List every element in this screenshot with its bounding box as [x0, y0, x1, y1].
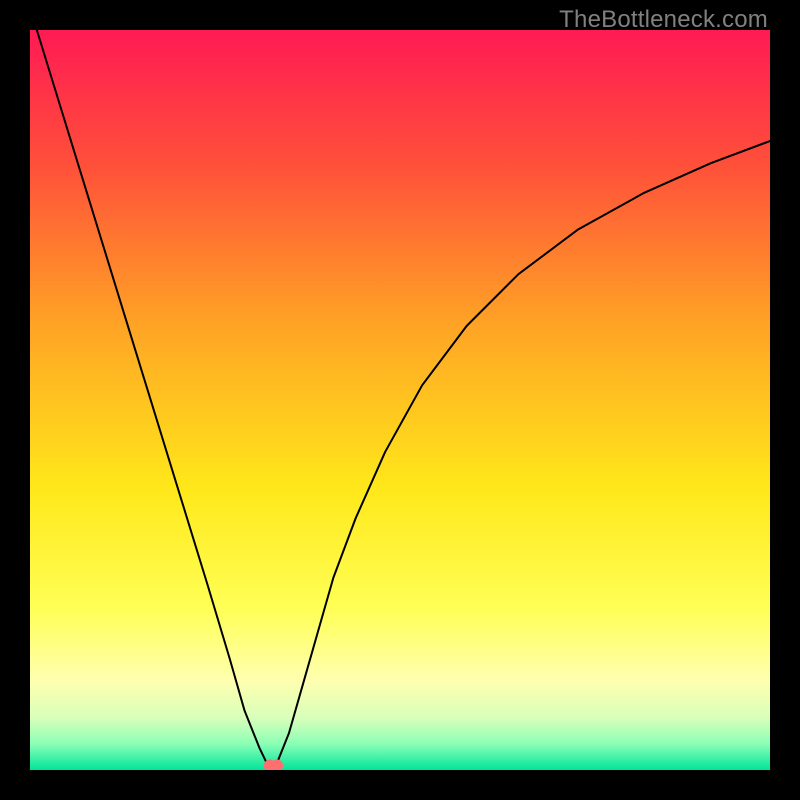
watermark-text: TheBottleneck.com	[559, 6, 768, 34]
plot-area	[30, 30, 770, 770]
marker-layer	[264, 760, 283, 770]
chart-frame: TheBottleneck.com	[0, 0, 800, 800]
chart-svg	[30, 30, 770, 770]
gradient-background	[30, 30, 770, 770]
